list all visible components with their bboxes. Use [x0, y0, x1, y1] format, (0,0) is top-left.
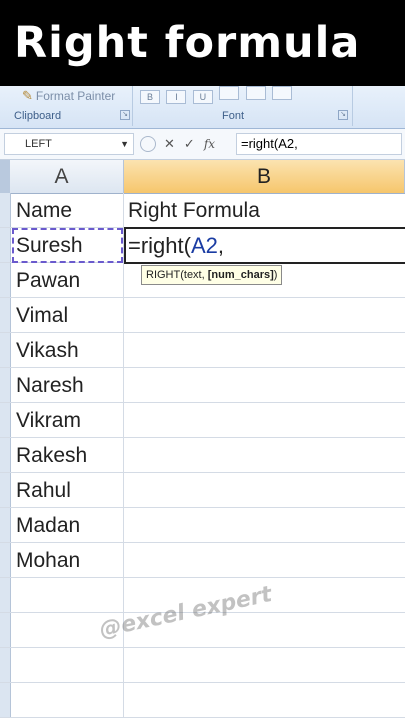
cell-b[interactable]: [124, 543, 405, 578]
sheet-grid: Name Right Formula Suresh =right(A2, Pawan Vi…: [0, 193, 405, 720]
format-painter-button[interactable]: ✎ Format Painter: [22, 88, 115, 104]
underline-button[interactable]: U: [192, 90, 213, 104]
tooltip-close: ): [273, 269, 278, 281]
italic-button[interactable]: I: [166, 90, 187, 104]
cell-b[interactable]: [124, 508, 405, 543]
select-all-corner[interactable]: [0, 160, 10, 193]
table-row: [0, 648, 405, 683]
cell-b[interactable]: Right Formula: [124, 193, 405, 228]
fill-color-button[interactable]: [245, 86, 266, 100]
ribbon-separator: [132, 86, 133, 126]
table-row: Vimal: [0, 298, 405, 333]
insert-function-icon[interactable]: fx: [204, 137, 215, 151]
formula-controls: ✕ ✓ fx: [140, 133, 224, 155]
cell-b[interactable]: [124, 473, 405, 508]
table-row: Suresh =right(A2,: [0, 228, 405, 263]
expand-handle-icon[interactable]: [140, 136, 156, 152]
table-row: Vikash: [0, 333, 405, 368]
chevron-down-icon[interactable]: ▼: [120, 134, 129, 154]
video-title-banner: Right formula: [0, 0, 405, 86]
cell-a[interactable]: Pawan: [0, 263, 124, 298]
cancel-icon[interactable]: ✕: [164, 136, 175, 152]
table-row: Mohan: [0, 543, 405, 578]
cell-b[interactable]: [124, 333, 405, 368]
name-box[interactable]: LEFT ▼: [4, 133, 134, 155]
cell-a[interactable]: Vikash: [0, 333, 124, 368]
cell-a[interactable]: Name: [0, 193, 124, 228]
cell-b[interactable]: [124, 298, 405, 333]
cell-a[interactable]: Rahul: [0, 473, 124, 508]
cell-a[interactable]: Suresh: [0, 228, 124, 263]
cell-a[interactable]: Naresh: [0, 368, 124, 403]
column-header-a[interactable]: A: [0, 160, 124, 193]
formula-suffix: ,: [217, 233, 225, 258]
cell-b[interactable]: [124, 368, 405, 403]
column-headers: A B: [0, 160, 405, 194]
clipboard-launcher-icon[interactable]: ↘: [120, 110, 130, 120]
cell-a[interactable]: Vimal: [0, 298, 124, 333]
cell-a[interactable]: Rakesh: [0, 438, 124, 473]
tooltip-current-arg[interactable]: [num_chars]: [208, 269, 274, 281]
cell-b[interactable]: [124, 438, 405, 473]
table-row: Rahul: [0, 473, 405, 508]
paintbrush-icon: ✎: [22, 88, 33, 103]
table-row: Madan: [0, 508, 405, 543]
formula-prefix: =right(: [128, 233, 191, 258]
bold-button[interactable]: B: [140, 90, 160, 104]
cell-a[interactable]: [0, 578, 124, 613]
table-row: Naresh: [0, 368, 405, 403]
table-row: [0, 683, 405, 718]
table-row: Rakesh: [0, 438, 405, 473]
formula-input[interactable]: =right(A2,: [236, 133, 402, 155]
ribbon: ✎ Format Painter B I U Clipboard ↘ Font ↘: [0, 86, 405, 129]
ribbon-separator: [352, 86, 353, 126]
font-color-button[interactable]: [272, 86, 293, 100]
font-group-label: Font: [222, 110, 245, 122]
cell-b[interactable]: [124, 648, 405, 683]
table-row: Vikram: [0, 403, 405, 438]
cell-b-editing[interactable]: =right(A2,: [124, 228, 405, 263]
formula-bar: LEFT ▼ ✕ ✓ fx =right(A2,: [0, 129, 405, 160]
cell-a[interactable]: Vikram: [0, 403, 124, 438]
cell-a[interactable]: [0, 683, 124, 718]
tooltip-function[interactable]: RIGHT(text,: [146, 269, 208, 281]
cell-a[interactable]: [0, 648, 124, 683]
cell-a[interactable]: Mohan: [0, 543, 124, 578]
column-header-b[interactable]: B: [124, 160, 405, 193]
border-button[interactable]: [219, 86, 240, 100]
cell-b[interactable]: [124, 683, 405, 718]
cell-a[interactable]: Madan: [0, 508, 124, 543]
name-box-value: LEFT: [25, 138, 52, 150]
cell-reference: A2: [190, 233, 218, 258]
enter-icon[interactable]: ✓: [184, 136, 195, 152]
function-tooltip: RIGHT(text, [num_chars]): [141, 265, 283, 285]
font-buttons: B I U: [140, 86, 294, 104]
format-painter-label: Format Painter: [35, 89, 116, 103]
font-launcher-icon[interactable]: ↘: [338, 110, 348, 120]
clipboard-group-label: Clipboard: [14, 110, 62, 122]
table-row: Name Right Formula: [0, 193, 405, 228]
cell-b[interactable]: [124, 403, 405, 438]
